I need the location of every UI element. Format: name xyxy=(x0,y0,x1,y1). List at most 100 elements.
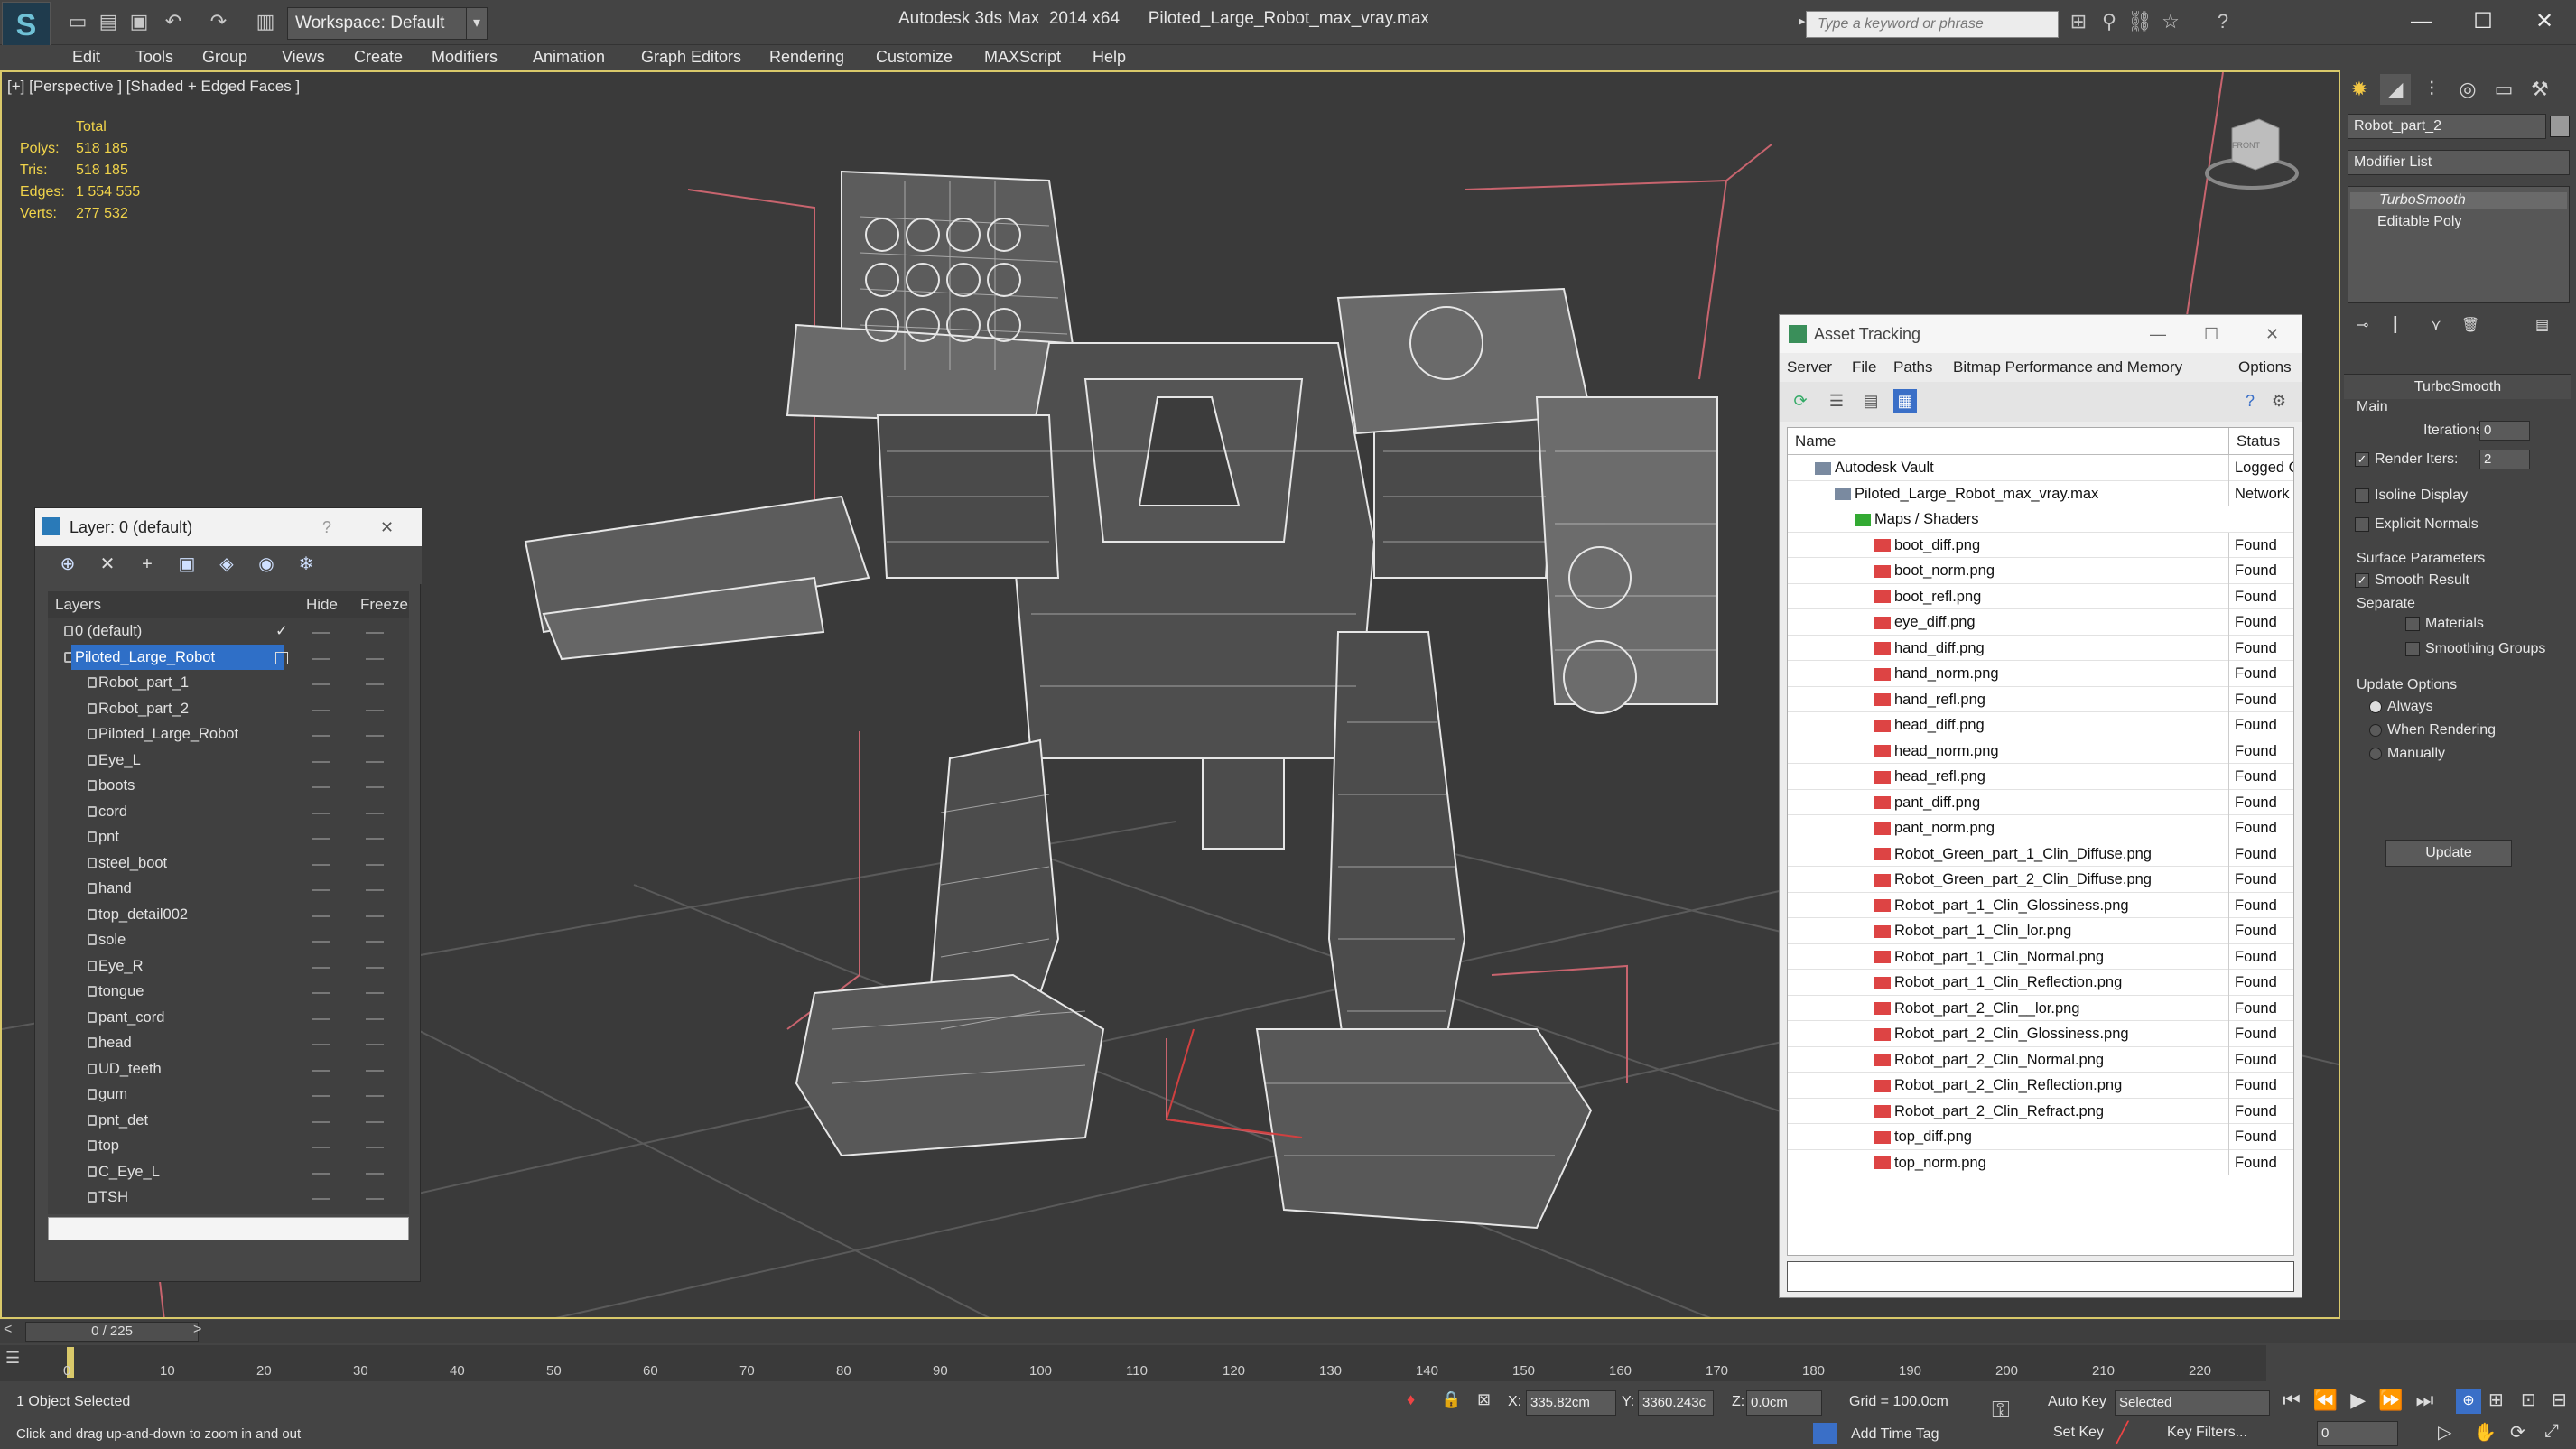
freeze-toggle[interactable] xyxy=(366,966,384,969)
viewcube-label[interactable]: FRONT xyxy=(2232,141,2260,150)
hierarchy-tab-icon[interactable]: ⫶ xyxy=(2416,74,2447,105)
asset-row[interactable]: top_diff.png Found xyxy=(1788,1124,2293,1150)
z-coordinate-field[interactable]: 0.0cm xyxy=(1746,1390,1822,1416)
key-mode-dropdown[interactable]: Selected xyxy=(2115,1390,2270,1416)
freeze-toggle[interactable] xyxy=(366,657,384,660)
hide-toggle[interactable] xyxy=(312,812,330,814)
freeze-toggle[interactable] xyxy=(366,1172,384,1175)
previous-frame-icon[interactable]: ⏪ xyxy=(2313,1389,2350,1411)
maximize-icon[interactable]: ☐ xyxy=(2456,4,2510,40)
pan-icon[interactable]: ✋ xyxy=(2474,1421,2497,1444)
asset-row[interactable]: hand_refl.png Found xyxy=(1788,686,2293,712)
manually-radio[interactable] xyxy=(2369,747,2382,760)
asset-menu-paths[interactable]: Paths xyxy=(1893,353,1932,382)
menu-tools[interactable]: Tools xyxy=(135,45,173,69)
create-layer-icon[interactable]: ⊕ xyxy=(55,552,80,577)
isolate-icon[interactable]: ♦ xyxy=(1407,1390,1415,1409)
motion-tab-icon[interactable]: ◎ xyxy=(2452,74,2483,105)
col-layers[interactable]: Layers xyxy=(55,591,101,618)
modifier-list-dropdown[interactable]: Modifier List xyxy=(2348,150,2570,175)
layer-row[interactable]: TSH xyxy=(48,1184,409,1211)
redo-icon[interactable]: ↷ xyxy=(206,9,231,34)
asset-row[interactable]: Autodesk Vault Logged C xyxy=(1788,455,2293,481)
stack-item-editable-poly[interactable]: Editable Poly xyxy=(2356,214,2461,230)
hide-toggle[interactable] xyxy=(312,760,330,763)
timeline-ruler[interactable]: ☰ 0 10 20 30 40 50 60 70 80 90 100 110 120 130 140 150 1… xyxy=(0,1345,2266,1381)
freeze-toggle[interactable] xyxy=(366,1198,384,1200)
refresh-icon[interactable]: ⟳ xyxy=(1789,389,1812,413)
maximize-icon[interactable]: ☐ xyxy=(2204,315,2218,353)
hide-toggle[interactable] xyxy=(312,1147,330,1148)
undo-icon[interactable]: ↶ xyxy=(161,9,186,34)
next-frame-icon[interactable]: ⏩ xyxy=(2378,1389,2415,1411)
create-tab-icon[interactable]: ✹ xyxy=(2344,74,2375,105)
asset-row[interactable]: Robot_part_2_Clin_Reflection.png Found xyxy=(1788,1073,2293,1099)
table-view-icon[interactable]: ▦ xyxy=(1893,389,1917,413)
hide-all-icon[interactable]: ◉ xyxy=(254,552,279,577)
current-layer-icon[interactable]: ✓ xyxy=(275,618,288,645)
smoothing-groups-checkbox[interactable] xyxy=(2405,641,2420,656)
time-slider-thumb[interactable]: 0 / 225 xyxy=(25,1322,199,1342)
layer-row[interactable]: sole xyxy=(48,927,409,953)
hide-toggle[interactable] xyxy=(312,1017,330,1020)
chevron-down-icon[interactable]: ▾ xyxy=(466,7,488,40)
save-icon[interactable]: ▣ xyxy=(126,9,152,34)
hide-toggle[interactable] xyxy=(312,863,330,866)
asset-menu-file[interactable]: File xyxy=(1852,353,1876,382)
layer-row[interactable]: head xyxy=(48,1030,409,1056)
explicit-normals-checkbox[interactable] xyxy=(2355,516,2369,532)
layer-row[interactable]: steel_boot xyxy=(48,850,409,877)
asset-row[interactable]: hand_diff.png Found xyxy=(1788,635,2293,661)
menu-edit[interactable]: Edit xyxy=(72,45,100,69)
freeze-toggle[interactable] xyxy=(366,915,384,917)
binoculars-icon[interactable]: ⊞ xyxy=(2066,9,2091,34)
layer-row[interactable]: pnt_det xyxy=(48,1108,409,1134)
delete-layer-icon[interactable]: ✕ xyxy=(95,552,120,577)
layer-row[interactable]: gum xyxy=(48,1082,409,1108)
asset-row[interactable]: boot_norm.png Found xyxy=(1788,558,2293,584)
menu-group[interactable]: Group xyxy=(202,45,247,69)
layer-row[interactable]: 0 (default) ✓ xyxy=(48,618,409,645)
turbosmooth-rollout[interactable]: TurboSmooth xyxy=(2344,374,2571,399)
col-name[interactable]: Name xyxy=(1795,428,1836,455)
new-file-icon[interactable]: ▭ xyxy=(65,9,90,34)
menu-help[interactable]: Help xyxy=(1093,45,1126,69)
layer-row[interactable]: boots xyxy=(48,773,409,799)
asset-row[interactable]: Robot_part_1_Clin_Reflection.png Found xyxy=(1788,970,2293,996)
asset-row[interactable]: head_refl.png Found xyxy=(1788,764,2293,790)
freeze-toggle[interactable] xyxy=(366,1120,384,1123)
layer-row[interactable]: Piloted_Large_Robot xyxy=(48,721,409,748)
freeze-toggle[interactable] xyxy=(366,683,384,685)
freeze-toggle[interactable] xyxy=(366,1017,384,1020)
hide-toggle[interactable] xyxy=(312,1044,330,1045)
search-expand-icon[interactable]: ▸ xyxy=(1799,13,1806,29)
layer-scrollbar[interactable] xyxy=(48,1217,409,1240)
stack-item-turbosmooth[interactable]: TurboSmooth xyxy=(2350,192,2567,209)
hide-toggle[interactable] xyxy=(312,992,330,994)
current-frame-field[interactable]: 0 xyxy=(2317,1421,2398,1446)
freeze-toggle[interactable] xyxy=(366,1095,384,1097)
display-tab-icon[interactable]: ▭ xyxy=(2488,74,2519,105)
add-time-tag[interactable]: Add Time Tag xyxy=(1851,1426,1939,1443)
asset-row[interactable]: Robot_part_2_Clin__lor.png Found xyxy=(1788,995,2293,1021)
hide-toggle[interactable] xyxy=(312,735,330,737)
iterations-spinner[interactable]: 0 xyxy=(2479,421,2530,441)
asset-row[interactable]: head_diff.png Found xyxy=(1788,712,2293,738)
layer-row[interactable]: pant_cord xyxy=(48,1005,409,1031)
hide-toggle[interactable] xyxy=(312,941,330,943)
mini-curve-editor-icon[interactable]: ☰ xyxy=(5,1349,27,1374)
go-to-start-icon[interactable]: ⏮ xyxy=(2283,1389,2313,1411)
set-key-button[interactable]: Set Key xyxy=(2053,1425,2104,1441)
hide-toggle[interactable] xyxy=(312,915,330,917)
set-keys-icon[interactable]: ╱ xyxy=(2116,1421,2128,1444)
when-rendering-radio[interactable] xyxy=(2369,723,2382,737)
layer-row[interactable]: Eye_R xyxy=(48,953,409,980)
layer-row[interactable]: cord xyxy=(48,799,409,825)
favorites-star-icon[interactable]: ☆ xyxy=(2158,9,2183,34)
asset-row[interactable]: Robot_part_1_Clin_Normal.png Found xyxy=(1788,943,2293,970)
hide-toggle[interactable] xyxy=(312,632,330,634)
hide-toggle[interactable] xyxy=(312,1069,330,1072)
help-button[interactable]: ? xyxy=(322,508,331,546)
layer-row[interactable]: Robot_part_1 xyxy=(48,670,409,696)
list-view-icon[interactable]: ☰ xyxy=(1825,389,1848,413)
